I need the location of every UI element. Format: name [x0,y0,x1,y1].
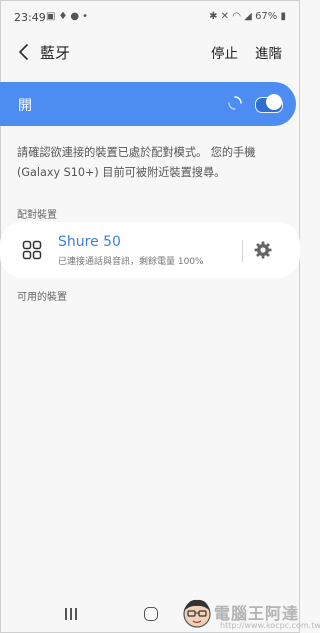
bulb-icon: ♦ [58,11,71,22]
image-icon: ▣ [46,11,59,22]
system-icons: ✱ ✕ ◠ ◢ 67% ▮ [209,11,286,22]
battery-icon: ▮ [280,11,286,22]
wifi-icon: ◠ [232,11,241,22]
facebook-icon: ● [70,11,83,22]
bluetooth-master-switch-row[interactable]: 開 [0,82,296,126]
status-time: 23:49 [14,11,46,24]
device-grid-icon [22,240,42,260]
section-header-paired: 配對裝置 [17,210,57,221]
advanced-button[interactable]: 進階 [255,42,282,62]
recents-button[interactable] [63,608,79,622]
watermark-logo [183,599,211,628]
home-button[interactable] [144,607,158,621]
scanning-spinner-icon [228,96,242,110]
signal-icon: ◢ [244,11,252,22]
watermark-url: http://www.kocpc.com.tw [220,621,320,630]
visibility-info-text: 請確認欲連接的裝置已處於配對模式。 您的手機 (Galaxy S10+) 目前可… [17,146,256,179]
recents-bar-icon [65,608,67,620]
device-status: 已連接通話與音訊，剩餘電量 100% [58,257,204,267]
paired-device-item[interactable]: Shure 50 已連接通話與音訊，剩餘電量 100% [0,222,300,278]
master-switch-label: 開 [18,98,32,114]
stop-button[interactable]: 停止 [211,42,238,62]
notification-icons: ▣♦●• [46,11,91,22]
gear-icon[interactable] [253,240,273,260]
dot-icon: • [82,11,92,22]
status-bar: 23:49 ▣♦●• ✱ ✕ ◠ ◢ 67% ▮ [0,0,300,36]
section-header-available: 可用的裝置 [17,292,67,303]
back-arrow-icon [19,44,28,60]
master-toggle-thumb[interactable] [266,94,282,110]
battery-percent: 67% [255,11,278,22]
app-bar: 藍牙 停止 進階 [0,36,300,70]
back-button[interactable] [12,40,36,64]
recents-bar-icon [75,608,77,620]
device-name: Shure 50 [58,234,121,250]
divider [242,240,243,262]
mute-icon: ✕ [220,11,230,22]
recents-bar-icon [70,608,72,620]
bluetooth-icon: ✱ [209,11,218,22]
page-title: 藍牙 [40,44,71,62]
